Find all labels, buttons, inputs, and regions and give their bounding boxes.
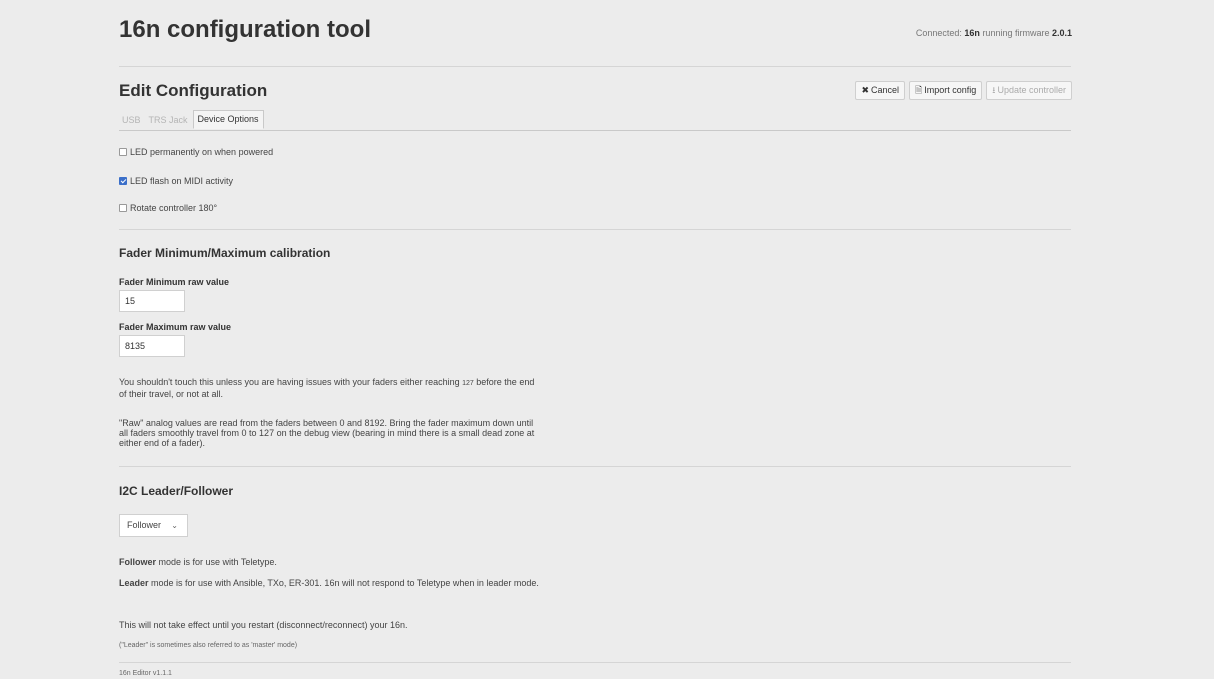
update-controller-label: Update controller <box>997 85 1066 95</box>
option-rotate[interactable]: Rotate controller 180° <box>119 203 217 213</box>
rotate-checkbox[interactable] <box>119 204 127 212</box>
edit-configuration-title: Edit Configuration <box>119 81 268 100</box>
fader-min-input[interactable]: 15 <box>119 290 185 312</box>
connection-middle: running firmware <box>979 28 1052 38</box>
tab-device-options[interactable]: Device Options <box>192 110 264 129</box>
calibration-title: Fader Minimum/Maximum calibration <box>119 246 331 260</box>
cancel-button[interactable]: ✖ Cancel <box>855 81 906 100</box>
fader-min-label: Fader Minimum raw value <box>119 277 230 287</box>
calibration-help-1-code: 127 <box>462 380 474 387</box>
app-title: 16n configuration tool <box>119 16 371 43</box>
restart-note: This will not take effect until you rest… <box>119 620 408 630</box>
calibration-help-1: You shouldn't touch this unless you are … <box>119 377 539 399</box>
upload-icon: ⭳ <box>992 85 996 95</box>
tabs-divider <box>119 130 1071 131</box>
fader-max-label: Fader Maximum raw value <box>119 322 232 332</box>
follower-description: Follower mode is for use with Teletype. <box>119 557 539 567</box>
device-name: 16n <box>964 28 980 38</box>
led-flash-label: LED flash on MIDI activity <box>130 176 234 186</box>
led-flash-checkbox[interactable] <box>119 177 127 185</box>
footer-divider <box>119 662 1071 663</box>
toolbar: ✖ Cancel 🗎 Import config ⭳ Update contro… <box>855 81 1072 100</box>
follower-text: mode is for use with Teletype. <box>156 557 277 567</box>
rotate-label: Rotate controller 180° <box>130 203 218 213</box>
option-led-permanent[interactable]: LED permanently on when powered <box>119 147 273 157</box>
page: 16n configuration tool Connected: 16n ru… <box>0 0 1214 679</box>
follower-bold: Follower <box>119 557 157 567</box>
close-icon: ✖ <box>861 85 869 95</box>
import-config-button[interactable]: 🗎 Import config <box>909 81 983 100</box>
tab-trs-jack[interactable]: TRS Jack <box>146 111 191 129</box>
fader-max-input[interactable]: 8135 <box>119 335 185 357</box>
option-led-flash[interactable]: LED flash on MIDI activity <box>119 176 233 186</box>
calibration-help-1-before: You shouldn't touch this unless you are … <box>119 377 463 387</box>
editor-version: 16n Editor v1.1.1 <box>119 670 172 677</box>
led-permanent-label: LED permanently on when powered <box>130 147 274 157</box>
calibration-help-2: "Raw" analog values are read from the fa… <box>119 418 535 448</box>
options-divider <box>119 229 1071 230</box>
connection-prefix: Connected: <box>915 28 965 38</box>
leader-bold: Leader <box>119 578 149 588</box>
i2c-mode-select[interactable]: Follower ⌄ <box>119 514 188 537</box>
i2c-mode-value: Follower <box>127 520 162 530</box>
led-permanent-checkbox[interactable] <box>119 148 127 156</box>
firmware-version: 2.0.1 <box>1051 28 1072 38</box>
connection-status: Connected: 16n running firmware 2.0.1 <box>916 28 1072 38</box>
leader-description: Leader mode is for use with Ansible, TXo… <box>119 578 539 588</box>
config-tabs: USB TRS Jack Device Options <box>119 110 266 129</box>
chevron-down-icon: ⌄ <box>171 521 178 530</box>
master-note: ("Leader" is sometimes also referred to … <box>119 642 298 649</box>
update-controller-button[interactable]: ⭳ Update controller <box>986 81 1072 100</box>
import-config-label: Import config <box>924 85 977 95</box>
file-icon: 🗎 <box>915 85 923 95</box>
tab-usb[interactable]: USB <box>119 111 144 129</box>
i2c-title: I2C Leader/Follower <box>119 484 234 498</box>
calibration-divider <box>119 466 1071 467</box>
cancel-label: Cancel <box>871 85 900 95</box>
header-divider <box>119 66 1071 67</box>
main-content: 16n configuration tool Connected: 16n ru… <box>119 0 1072 679</box>
leader-text: mode is for use with Ansible, TXo, ER-30… <box>148 578 539 588</box>
